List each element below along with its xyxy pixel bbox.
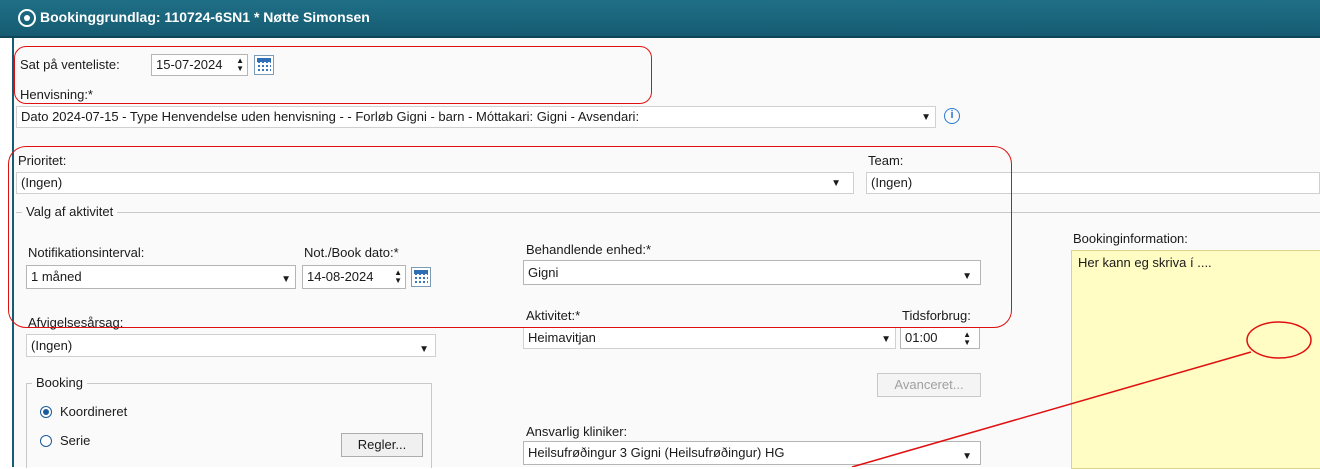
annotation-arrow-line xyxy=(851,351,1252,467)
annotation-ellipse xyxy=(1246,321,1312,359)
annotation-overlay xyxy=(851,321,1312,467)
